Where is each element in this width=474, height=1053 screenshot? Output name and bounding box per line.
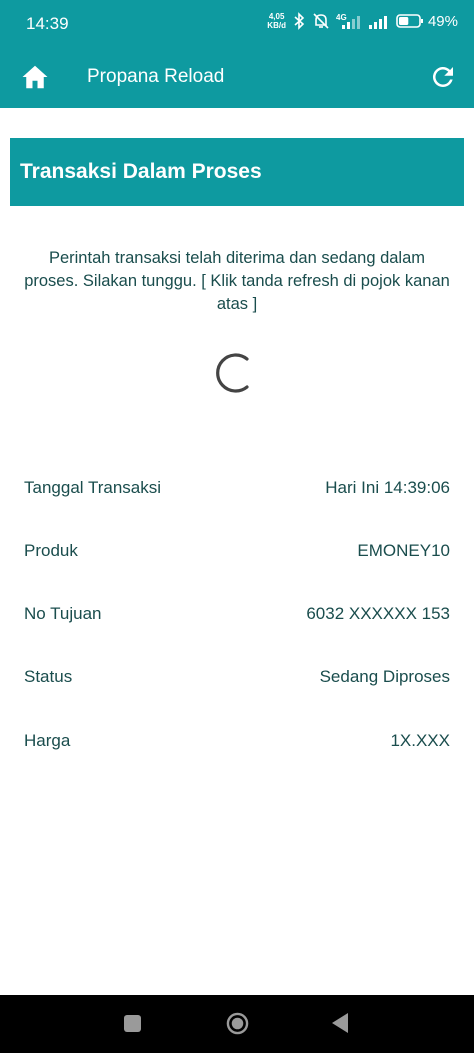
battery: 49%	[396, 13, 458, 30]
detail-row-tujuan: No Tujuan 6032 XXXXXX 153	[24, 596, 450, 632]
status-banner: Transaksi Dalam Proses	[10, 138, 464, 206]
detail-value: 6032 XXXXXX 153	[306, 604, 450, 623]
loading-spinner-icon	[216, 353, 249, 393]
detail-row-tanggal: Tanggal Transaksi Hari Ini 14:39:06	[24, 470, 450, 506]
app-bar: Propana Reload	[0, 48, 474, 108]
bluetooth-icon	[294, 12, 305, 30]
home-icon[interactable]	[20, 62, 50, 92]
battery-icon	[396, 14, 423, 28]
system-nav-bar	[0, 995, 474, 1053]
signal-4g-icon: 4G	[336, 13, 360, 29]
detail-value: 1X.XXX	[390, 731, 450, 750]
battery-percent: 49%	[427, 12, 458, 30]
app-title: Propana Reload	[87, 66, 225, 87]
detail-value: Hari Ini 14:39:06	[325, 478, 450, 497]
refresh-icon[interactable]	[428, 62, 458, 92]
status-time: 14:39	[26, 14, 69, 33]
detail-label: Status	[24, 667, 73, 686]
detail-row-produk: Produk EMONEY10	[24, 533, 450, 569]
net-speed-value: 4,05	[268, 12, 285, 21]
detail-label: Produk	[24, 541, 78, 560]
notifications-off-icon	[313, 13, 329, 29]
back-icon[interactable]	[331, 1012, 349, 1034]
status-bar: 14:39 4,05 KB/d 4G 49%	[0, 0, 474, 48]
detail-label: Tanggal Transaksi	[24, 478, 162, 497]
detail-row-status: Status Sedang Diproses	[24, 659, 450, 695]
detail-label: No Tujuan	[24, 604, 102, 623]
net-speed: 4,05 KB/d	[267, 12, 286, 30]
detail-value: Sedang Diproses	[319, 667, 450, 686]
banner-title: Transaksi Dalam Proses	[20, 160, 262, 183]
net-speed-unit: KB/d	[267, 21, 286, 30]
signal-icon	[368, 16, 387, 29]
network-type: 4G	[336, 13, 347, 22]
detail-value: EMONEY10	[357, 541, 450, 560]
transaction-message: Perintah transaksi telah diterima dan se…	[24, 249, 450, 313]
nav-home-icon[interactable]	[226, 1012, 249, 1035]
detail-label: Harga	[24, 731, 71, 750]
status-icons: 4,05 KB/d 4G 49%	[267, 12, 458, 30]
detail-row-harga: Harga 1X.XXX	[24, 723, 450, 759]
recent-apps-icon[interactable]	[124, 1015, 141, 1032]
